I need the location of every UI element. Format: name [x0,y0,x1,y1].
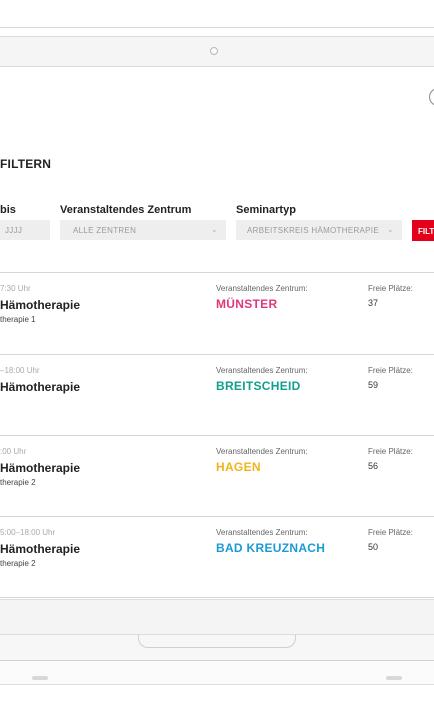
event-center: BREITSCHEID [216,379,301,393]
event-time: 5:00–18:00 Uhr [0,528,56,537]
event-row[interactable]: 5:00–18:00 Uhr Hämotherapie therapie 2 V… [0,517,434,597]
chevron-down-icon: ⌄ [386,225,394,234]
event-subtitle: therapie 1 [0,315,36,324]
seminar-type-select[interactable]: ARBEITSKREIS HÄMOTHERAPIE ⌄ [236,220,402,240]
event-center: MÜNSTER [216,297,278,311]
center-label: Veranstaltendes Zentrum [60,204,192,216]
chevron-down-icon: ⌄ [210,225,218,234]
lid-edge [0,27,434,28]
event-row[interactable]: :00 Uhr Hämotherapie therapie 2 Veransta… [0,436,434,516]
event-center: BAD KREUZNACH [216,541,326,555]
laptop-lid [0,0,434,37]
event-time: 7:30 Uhr [0,284,31,293]
event-subtitle: therapie 2 [0,478,36,487]
event-row[interactable]: 7:30 Uhr Hämotherapie therapie 1 Veranst… [0,273,434,353]
filter-heading: FILTERN [0,157,52,171]
screen-bezel [0,37,434,67]
circle-icon[interactable] [429,88,434,106]
date-to-input[interactable]: JJJJ [0,220,50,240]
event-title[interactable]: Hämotherapie [0,542,80,556]
laptop-foot [32,676,48,680]
laptop-underside [0,661,434,685]
seats-label: Freie Plätze: [368,284,413,293]
seats-label: Freie Plätze: [368,447,413,456]
event-title[interactable]: Hämotherapie [0,298,80,312]
laptop-foot [386,676,402,680]
seminar-type-value: ARBEITSKREIS HÄMOTHERAPIE [247,226,379,235]
row-divider [0,597,434,598]
date-to-placeholder: JJJJ [5,226,23,235]
event-title[interactable]: Hämotherapie [0,380,80,394]
event-title[interactable]: Hämotherapie [0,461,80,475]
seats-value: 50 [368,542,379,552]
center-field-label: Veranstaltendes Zentrum: [216,284,308,293]
date-to-label: bis [0,204,16,216]
screen: FILTERN bis JJJJ Veranstaltendes Zentrum… [0,68,434,599]
seminar-type-label: Seminartyp [236,204,296,216]
center-select-value: ALLE ZENTREN [73,226,137,235]
filter-button[interactable]: FILTERN [412,220,434,241]
laptop-base [0,635,434,661]
center-field-label: Veranstaltendes Zentrum: [216,528,308,537]
event-row[interactable]: –18:00 Uhr Hämotherapie Veranstaltendes … [0,355,434,435]
event-subtitle: therapie 2 [0,559,36,568]
event-center: HAGEN [216,460,261,474]
seats-label: Freie Plätze: [368,366,413,375]
screen-bottom-bezel [0,599,434,635]
center-field-label: Veranstaltendes Zentrum: [216,366,308,375]
center-select[interactable]: ALLE ZENTREN ⌄ [60,220,226,240]
center-field-label: Veranstaltendes Zentrum: [216,447,308,456]
camera-icon [210,47,218,55]
trackpad-notch [138,635,296,648]
seats-value: 37 [368,298,379,308]
seats-value: 56 [368,461,379,471]
event-time: –18:00 Uhr [0,366,40,375]
event-time: :00 Uhr [0,447,27,456]
seats-label: Freie Plätze: [368,528,413,537]
seats-value: 59 [368,380,379,390]
